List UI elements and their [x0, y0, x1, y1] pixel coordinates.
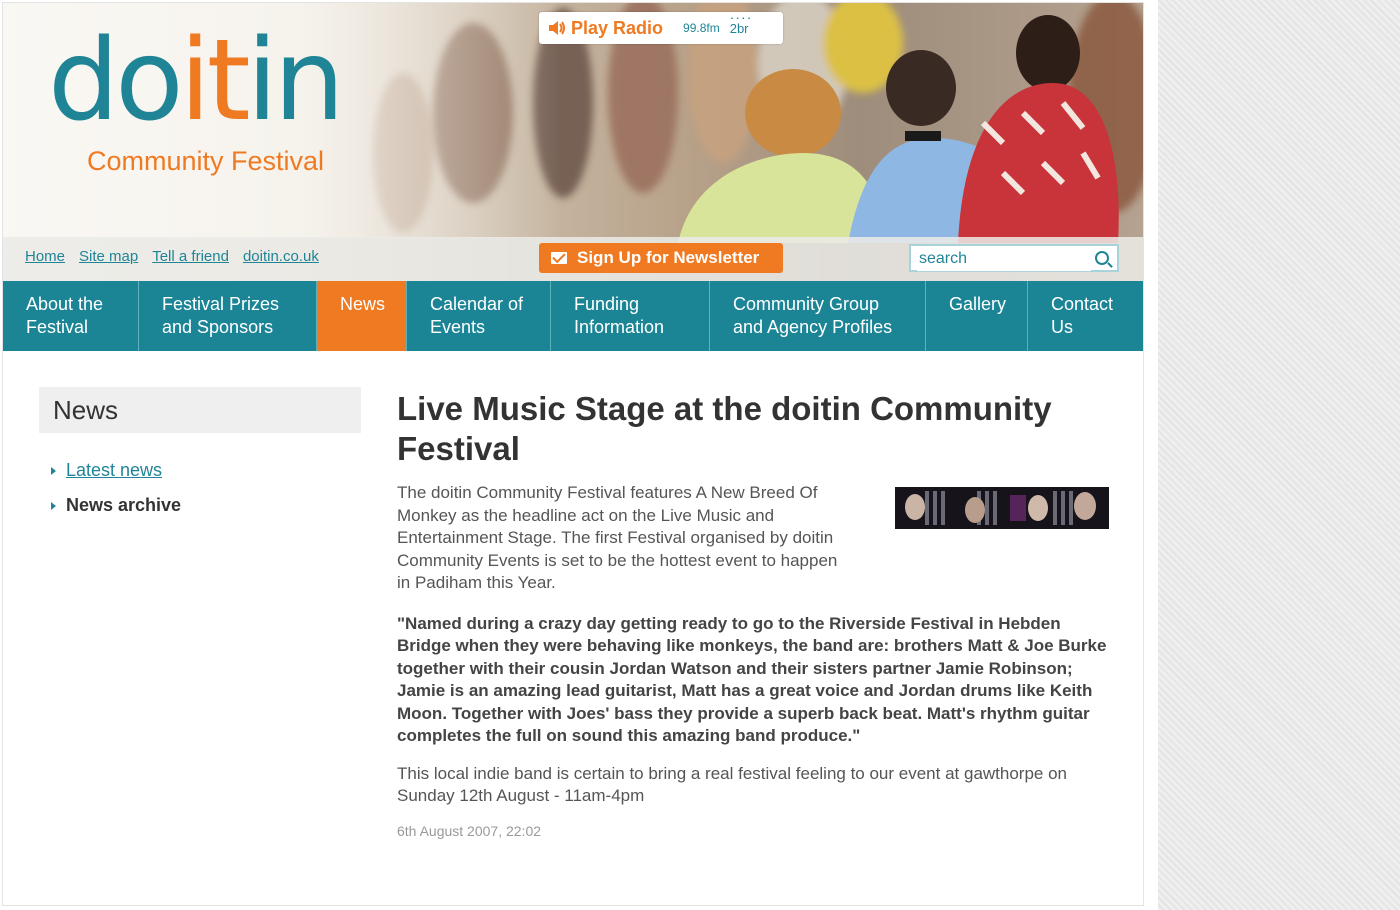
search-box	[909, 244, 1119, 272]
radio-station-logo: 2br	[730, 9, 752, 36]
sidebar-item-news-archive[interactable]: News archive	[51, 488, 181, 523]
nav-label-line2: Information	[574, 317, 665, 337]
nav-label-line1: Community Group	[733, 294, 880, 314]
search-icon[interactable]	[1095, 251, 1109, 265]
nav-label-line1: Festival Prizes	[162, 294, 280, 314]
band-photo	[895, 487, 1109, 529]
nav-prizes-sponsors[interactable]: Festival Prizes and Sponsors	[139, 281, 317, 351]
play-radio-button[interactable]: Play Radio 99.8fm 2br	[539, 9, 783, 44]
site-map-link[interactable]: Site map	[79, 248, 138, 265]
nav-about-festival[interactable]: About the Festival	[3, 281, 139, 351]
tell-a-friend-link[interactable]: Tell a friend	[152, 248, 229, 265]
nav-label-line2: and Agency Profiles	[733, 317, 893, 337]
newsletter-label: Sign Up for Newsletter	[577, 248, 760, 267]
nav-news[interactable]: News	[317, 281, 407, 351]
nav-label-line1: Funding	[574, 294, 640, 314]
logo-text-do: do	[48, 16, 184, 146]
nav-calendar-events[interactable]: Calendar of Events	[407, 281, 551, 351]
sidebar-item-label: News archive	[66, 495, 182, 515]
nav-label-line2: Events	[430, 317, 486, 337]
play-radio-label: Play Radio	[571, 17, 664, 38]
logo-subtitle: Community Festival	[87, 146, 325, 176]
sidebar-item-label: Latest news	[66, 460, 163, 480]
sidebar-title: News	[39, 387, 361, 433]
article-intro: The doitin Community Festival features A…	[397, 483, 838, 592]
nav-funding-information[interactable]: Funding Information	[551, 281, 710, 351]
speaker-icon	[549, 21, 565, 35]
doitin-site-link[interactable]: doitin.co.uk	[243, 248, 319, 265]
sidebar-menu: Latest news News archive	[51, 453, 181, 523]
arrow-right-icon	[51, 501, 56, 510]
nav-label-line1: About the	[26, 294, 104, 314]
home-link[interactable]: Home	[25, 248, 65, 265]
search-input[interactable]	[917, 247, 1091, 271]
doitin-logo[interactable]: doitin	[48, 25, 345, 137]
main-nav: About the Festival Festival Prizes and S…	[3, 281, 1143, 351]
logo-text-it: it	[179, 16, 251, 146]
nav-community-profiles[interactable]: Community Group and Agency Profiles	[710, 281, 926, 351]
article-date: 6th August 2007, 22:02	[397, 822, 542, 839]
nav-label-line1: Gallery	[949, 294, 1007, 314]
background-pattern	[1158, 0, 1400, 910]
arrow-right-icon	[51, 466, 56, 475]
article-closing: This local indie band is certain to brin…	[397, 763, 1068, 806]
newsletter-signup-button[interactable]: Sign Up for Newsletter	[539, 243, 783, 273]
sidebar-item-latest-news[interactable]: Latest news	[51, 453, 181, 488]
nav-label-line2: and Sponsors	[162, 317, 274, 337]
envelope-icon	[551, 252, 567, 264]
utility-links: Home Site map Tell a friend doitin.co.uk	[25, 248, 319, 265]
nav-gallery[interactable]: Gallery	[926, 281, 1028, 351]
nav-label-line1: News	[340, 294, 386, 314]
radio-frequency: 99.8fm	[683, 21, 720, 35]
nav-contact-us[interactable]: Contact Us	[1028, 281, 1143, 351]
news-article: Live Music Stage at the doitin Community…	[397, 389, 1117, 839]
logo-text-in: in	[246, 16, 345, 146]
article-title: Live Music Stage at the doitin Community…	[397, 390, 1052, 467]
nav-label-line2: Festival	[26, 317, 89, 337]
nav-label-line1: Contact	[1051, 294, 1114, 314]
nav-label-line1: Calendar of	[430, 294, 524, 314]
nav-label-line2: Us	[1051, 317, 1073, 337]
article-quote: "Named during a crazy day getting ready …	[397, 613, 1107, 746]
page-container: doitin Community Festival Play Radio 99.…	[2, 2, 1144, 906]
